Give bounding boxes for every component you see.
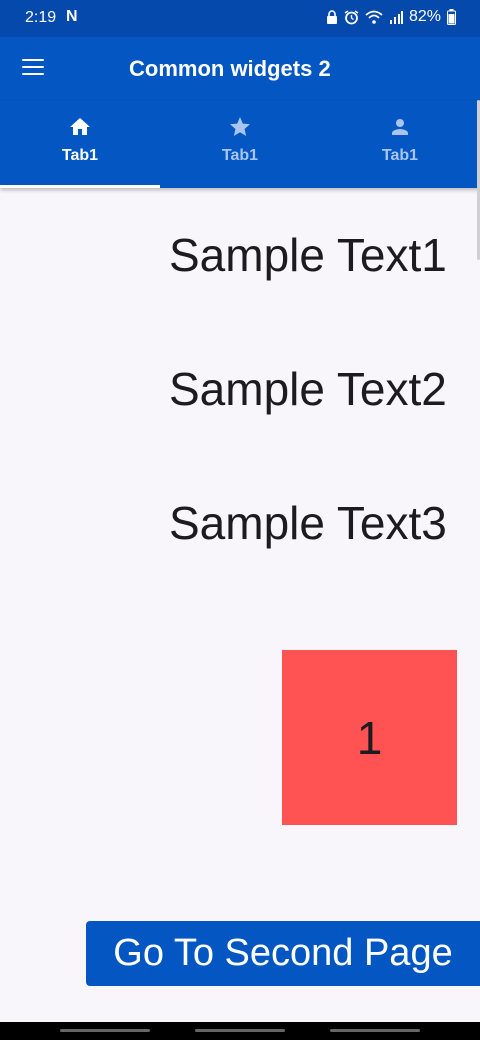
nav-back-button[interactable] <box>330 1029 420 1032</box>
tab-star[interactable]: Tab1 <box>160 101 320 188</box>
sample-text-3: Sample Text3 <box>169 497 447 549</box>
number-box-label: 1 <box>356 711 383 764</box>
sample-text-2: Sample Text2 <box>169 363 447 415</box>
notification-icon: N <box>66 8 78 25</box>
battery-percent: 82% <box>408 8 441 25</box>
nav-recent-button[interactable] <box>60 1029 150 1032</box>
tab-bar: Tab1 Tab1 Tab1 <box>0 101 480 188</box>
status-icons: 82% <box>326 8 456 26</box>
status-time: 2:19 <box>25 9 57 26</box>
tab-label: Tab1 <box>381 147 419 164</box>
button-label: Go To Second Page <box>113 932 453 974</box>
page-title: Common widgets 2 <box>129 56 331 81</box>
wifi-icon <box>365 10 383 24</box>
home-icon <box>70 118 90 135</box>
alarm-icon <box>344 9 359 24</box>
number-box: 1 <box>282 650 457 825</box>
menu-icon[interactable] <box>22 59 44 77</box>
tab-label: Tab1 <box>221 147 259 164</box>
status-bar: 2:19 N 82% <box>0 0 480 37</box>
tab-person[interactable]: Tab1 <box>320 101 480 188</box>
battery-icon <box>447 9 456 25</box>
nav-home-button[interactable] <box>195 1029 285 1032</box>
tab-home[interactable]: Tab1 <box>0 101 160 188</box>
star-icon <box>230 117 250 136</box>
lock-icon <box>326 10 337 24</box>
tab-indicator <box>0 185 160 188</box>
app-bar: Common widgets 2 <box>0 37 480 101</box>
go-to-second-page-button[interactable]: Go To Second Page <box>86 921 480 986</box>
system-nav-bar <box>0 1022 480 1040</box>
person-icon <box>392 119 408 135</box>
tab-label: Tab1 <box>61 147 99 164</box>
sample-text-1: Sample Text1 <box>169 229 447 281</box>
signal-icon <box>389 11 403 24</box>
